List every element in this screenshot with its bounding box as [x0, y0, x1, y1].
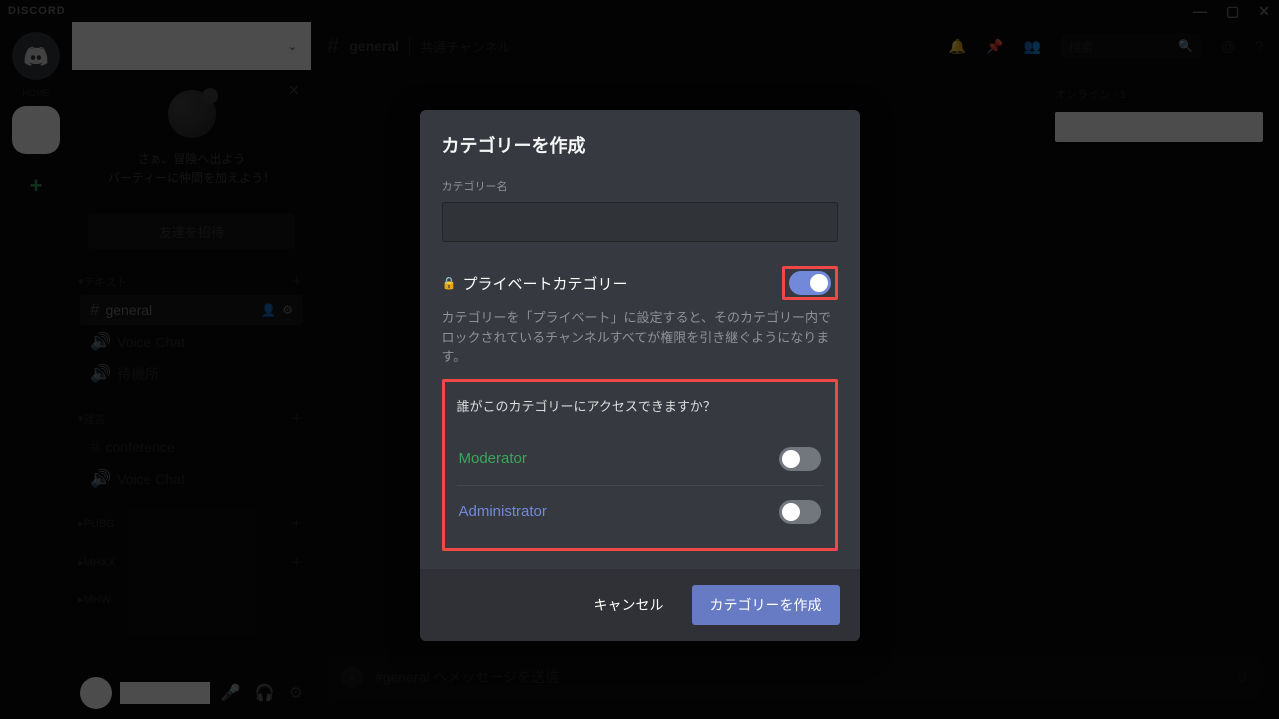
lock-icon: 🔒	[442, 276, 457, 290]
private-description: カテゴリーを「プライベート」に設定すると、そのカテゴリー内でロックされているチャ…	[442, 308, 838, 367]
create-category-modal: カテゴリーを作成 カテゴリー名 🔒 プライベートカテゴリー カテゴリーを「プライ…	[420, 110, 860, 641]
private-toggle[interactable]	[789, 271, 831, 295]
name-label: カテゴリー名	[442, 178, 838, 194]
role-toggle-administrator[interactable]	[779, 500, 821, 524]
cancel-button[interactable]: キャンセル	[576, 585, 682, 625]
role-name: Moderator	[459, 450, 779, 467]
role-row-moderator: Moderator	[457, 433, 823, 485]
role-name: Administrator	[459, 503, 779, 520]
access-section: 誰がこのカテゴリーにアクセスできますか？ Moderator Administr…	[442, 379, 838, 551]
category-name-input[interactable]	[442, 202, 838, 242]
role-toggle-moderator[interactable]	[779, 447, 821, 471]
modal-footer: キャンセル カテゴリーを作成	[420, 569, 860, 641]
private-label: プライベートカテゴリー	[462, 273, 781, 294]
modal-overlay: カテゴリーを作成 カテゴリー名 🔒 プライベートカテゴリー カテゴリーを「プライ…	[0, 0, 1279, 719]
role-row-administrator: Administrator	[457, 485, 823, 538]
create-category-button[interactable]: カテゴリーを作成	[692, 585, 840, 625]
access-title: 誰がこのカテゴリーにアクセスできますか？	[457, 396, 823, 415]
modal-title: カテゴリーを作成	[442, 132, 838, 158]
